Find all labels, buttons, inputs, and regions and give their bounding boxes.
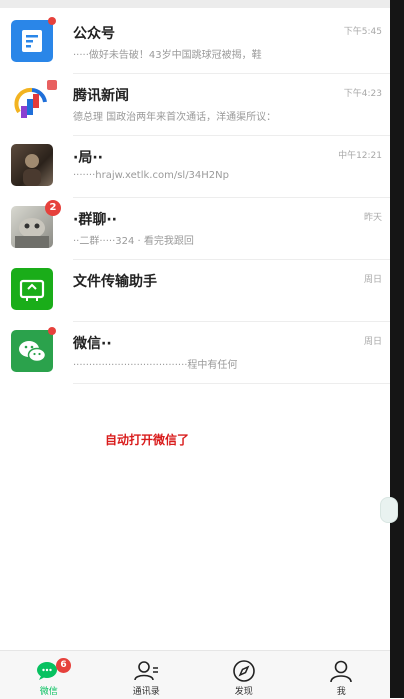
discover-icon	[232, 660, 255, 682]
tab-label: 我	[336, 687, 346, 697]
wechat-icon	[19, 341, 47, 363]
unread-count-badge: 2	[45, 200, 61, 216]
chat-time: 中午12:21	[338, 151, 382, 161]
chat-title: 文件传输助手	[73, 274, 157, 290]
tab-chats[interactable]: 6 微信	[0, 651, 98, 699]
chat-title: ·群聊··	[73, 212, 117, 228]
chat-avatar: 2	[11, 200, 61, 248]
chat-row-official-accounts[interactable]: 公众号 ·····做好未告破！43岁中国跳球冠被揭，鞋 下午5:45	[0, 12, 390, 74]
chat-preview: ·······hrajw.xetlk.com/sl/34H2Np	[73, 170, 229, 181]
chat-avatar	[11, 144, 53, 186]
chat-preview: ··二群·····324 · 看完我跟回	[73, 236, 194, 247]
official-accounts-icon	[22, 30, 42, 52]
chat-time: 下午5:45	[343, 27, 382, 37]
phone-bezel	[390, 0, 404, 698]
file-transfer-icon	[19, 279, 45, 301]
chat-row-file-transfer[interactable]: 文件传输助手 周日	[0, 260, 390, 322]
chat-avatar	[11, 327, 56, 372]
status-bar-strip	[0, 0, 390, 8]
user-avatar	[23, 154, 41, 186]
unread-dot	[48, 17, 56, 25]
chat-preview: 德总理 国政治两年来首次通话，洋通渠所议：	[73, 112, 277, 123]
bottom-tab-bar: 6 微信 通讯录 发现 我	[0, 650, 390, 699]
chat-time: 下午4:23	[343, 89, 382, 99]
me-icon	[330, 660, 353, 683]
tab-label: 发现	[234, 687, 253, 697]
chat-title: 微信··	[73, 336, 112, 352]
chat-row-group[interactable]: 2 ·群聊·· ··二群·····324 · 看完我跟回 昨天	[0, 198, 390, 260]
floating-bubble-handle[interactable]	[380, 497, 398, 523]
chat-title: ·局··	[73, 150, 103, 166]
tab-label: 通讯录	[132, 687, 160, 697]
chat-time: 周日	[363, 275, 382, 285]
chat-avatar	[11, 268, 53, 310]
contacts-icon	[134, 661, 159, 681]
tab-discover[interactable]: 发现	[195, 651, 293, 699]
chat-title: 腾讯新闻	[73, 88, 129, 104]
tab-label: 微信	[39, 687, 58, 697]
chat-title: 公众号	[73, 26, 115, 42]
chat-preview: ····································程中有任…	[73, 360, 238, 371]
chat-row-contact[interactable]: ·局·· ·······hrajw.xetlk.com/sl/34H2Np 中午…	[0, 136, 390, 198]
chat-avatar	[11, 80, 57, 124]
overlay-caption: 自动打开微信了	[105, 433, 190, 447]
tab-contacts[interactable]: 通讯录	[98, 651, 196, 699]
chat-avatar	[11, 17, 56, 62]
unread-count-badge: 6	[56, 658, 71, 673]
tab-me[interactable]: 我	[293, 651, 391, 699]
chat-row-wechat-team[interactable]: 微信·· ···································…	[0, 322, 390, 384]
unread-dot	[48, 327, 56, 335]
row-divider	[73, 383, 390, 384]
chat-time: 昨天	[363, 213, 382, 223]
chat-row-tencent-news[interactable]: 腾讯新闻 德总理 国政治两年来首次通话，洋通渠所议： 下午4:23	[0, 74, 390, 136]
unread-dot	[47, 80, 57, 90]
chat-time: 周日	[363, 337, 382, 347]
chat-list: 公众号 ·····做好未告破！43岁中国跳球冠被揭，鞋 下午5:45 腾讯新闻 …	[0, 12, 390, 384]
chat-preview: ·····做好未告破！43岁中国跳球冠被揭，鞋	[73, 50, 262, 61]
